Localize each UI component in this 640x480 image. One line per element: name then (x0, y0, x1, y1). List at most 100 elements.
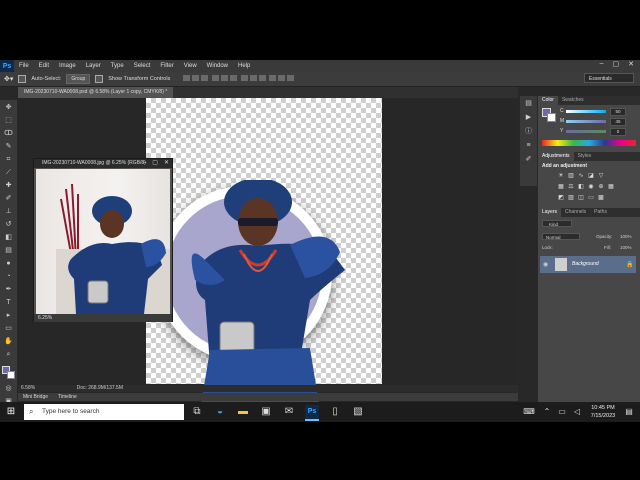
auto-select-checkbox[interactable] (18, 75, 27, 83)
network-icon[interactable]: ▭ (555, 405, 569, 419)
black-white-icon[interactable]: ◧ (578, 184, 584, 190)
visibility-eye-icon[interactable]: ◉ (543, 261, 548, 268)
timeline-tab[interactable]: Timeline (53, 393, 82, 401)
close-button[interactable]: ✕ (628, 60, 634, 68)
yellow-value[interactable]: 0 (610, 128, 626, 136)
show-transform-checkbox[interactable] (95, 75, 104, 83)
yellow-slider[interactable] (566, 130, 606, 133)
menu-file[interactable]: File (14, 63, 34, 69)
dodge-tool-icon[interactable]: ◔ (4, 273, 13, 280)
menu-image[interactable]: Image (54, 63, 81, 69)
quick-mask-icon[interactable]: ◎ (4, 385, 13, 392)
path-select-tool-icon[interactable]: ▸ (4, 312, 13, 319)
align-vcenter-icon[interactable] (192, 75, 200, 81)
align-left-icon[interactable] (212, 75, 219, 81)
align-right-icon[interactable] (230, 75, 237, 81)
menu-type[interactable]: Type (106, 63, 129, 69)
mail-icon[interactable]: ✉ (282, 405, 296, 419)
channel-mixer-icon[interactable]: ⊕ (598, 184, 604, 190)
posterize-icon[interactable]: ▨ (568, 195, 574, 201)
menu-help[interactable]: Help (233, 63, 255, 69)
taskbar-clock[interactable]: 10:45 PM 7/15/2023 (586, 404, 620, 420)
notification-icon[interactable]: ▤ (622, 405, 636, 419)
photos-icon[interactable]: ▧ (351, 405, 365, 419)
align-top-icon[interactable] (183, 75, 191, 81)
gradient-map-icon[interactable]: ▭ (588, 195, 594, 201)
distribute-2-icon[interactable] (249, 75, 257, 81)
chevron-up-icon[interactable]: ⌃ (540, 405, 554, 419)
shape-tool-icon[interactable]: ▭ (4, 325, 13, 332)
align-bottom-icon[interactable] (201, 75, 209, 81)
threshold-icon[interactable]: ◫ (578, 195, 584, 201)
minimize-button[interactable]: – (600, 60, 604, 68)
adjustments-tab[interactable]: Adjustments (538, 152, 574, 161)
document-tab[interactable]: IMG-20230710-WA0008.psd @ 6.58% (Layer 1… (18, 87, 174, 98)
type-tool-icon[interactable]: T (4, 299, 13, 306)
zoom-level[interactable]: 6.58% (18, 385, 35, 391)
cyan-value[interactable]: 50 (610, 108, 626, 116)
blur-tool-icon[interactable]: ● (4, 260, 13, 267)
workspace-switcher[interactable]: Essentials (584, 73, 634, 83)
marquee-tool-icon[interactable]: ⬚ (4, 117, 13, 124)
auto-select-dropdown[interactable]: Group (66, 74, 91, 84)
file-explorer-icon[interactable]: ▬ (236, 405, 250, 419)
distribute-5-icon[interactable] (278, 75, 286, 81)
curves-icon[interactable]: ∿ (578, 173, 584, 179)
taskbar-search-input[interactable]: ⌕ Type here to search (24, 404, 184, 420)
info-panel-icon[interactable]: ⓘ (524, 128, 533, 135)
vibrance-icon[interactable]: ▽ (598, 173, 604, 179)
actions-panel-icon[interactable]: ▶ (524, 114, 533, 121)
float-maximize-button[interactable]: ▢ (152, 159, 158, 168)
distribute-6-icon[interactable] (287, 75, 295, 81)
color-tab[interactable]: Color (538, 96, 558, 105)
color-lookup-icon[interactable]: ▦ (608, 184, 614, 190)
float-minimize-button[interactable]: – (143, 159, 146, 168)
distribute-3-icon[interactable] (258, 75, 266, 81)
store-icon[interactable]: ▣ (259, 405, 273, 419)
menu-view[interactable]: View (179, 63, 202, 69)
distribute-4-icon[interactable] (269, 75, 277, 81)
brightness-icon[interactable]: ☀ (558, 173, 564, 179)
layer-filter-kind[interactable]: Kind (542, 220, 572, 227)
photoshop-taskbar-icon[interactable]: Ps (305, 405, 319, 421)
history-brush-tool-icon[interactable]: ↺ (4, 221, 13, 228)
color-ramp[interactable] (542, 140, 636, 146)
menu-edit[interactable]: Edit (34, 63, 54, 69)
distribute-1-icon[interactable] (240, 75, 248, 81)
edge-icon[interactable]: ◒ (213, 405, 227, 419)
floating-document-window[interactable]: IMG-20230710-WA0008.jpg @ 6.25% (RGB/8) … (33, 158, 173, 322)
selective-color-icon[interactable]: ▩ (598, 195, 604, 201)
hue-sat-icon[interactable]: ▦ (558, 184, 564, 190)
properties-panel-icon[interactable]: ≡ (524, 142, 533, 149)
cyan-slider[interactable] (566, 110, 606, 113)
mini-bridge-tab[interactable]: Mini Bridge (18, 393, 53, 401)
keyboard-icon[interactable]: ⌨ (522, 405, 536, 419)
lasso-tool-icon[interactable]: ↀ (4, 130, 13, 137)
history-panel-icon[interactable]: ▤ (524, 100, 533, 107)
floating-window-title[interactable]: IMG-20230710-WA0008.jpg @ 6.25% (RGB/8) … (34, 159, 172, 168)
files-icon[interactable]: ▯ (328, 405, 342, 419)
opacity-value[interactable]: 100% (620, 234, 632, 239)
gradient-tool-icon[interactable]: ▤ (4, 247, 13, 254)
menu-window[interactable]: Window (202, 63, 233, 69)
menu-layer[interactable]: Layer (81, 63, 106, 69)
blend-mode-dropdown[interactable]: Normal (542, 233, 580, 240)
invert-icon[interactable]: ◩ (558, 195, 564, 201)
color-balance-icon[interactable]: ⚖ (568, 184, 574, 190)
menu-select[interactable]: Select (129, 63, 156, 69)
channels-tab[interactable]: Channels (561, 208, 590, 217)
zoom-tool-icon[interactable]: ⌕ (4, 351, 13, 358)
layer-row-background[interactable]: ◉ Background 🔒 (540, 256, 636, 273)
crop-tool-icon[interactable]: ⌗ (4, 156, 13, 163)
paths-tab[interactable]: Paths (590, 208, 611, 217)
photo-filter-icon[interactable]: ◉ (588, 184, 594, 190)
task-view-icon[interactable]: ⧉ (190, 405, 204, 419)
exposure-icon[interactable]: ◪ (588, 173, 594, 179)
windows-start-icon[interactable]: ⊞ (4, 405, 18, 419)
background-color-swatch[interactable] (7, 371, 15, 379)
layers-tab[interactable]: Layers (538, 208, 562, 217)
magenta-slider[interactable] (566, 120, 606, 123)
move-tool-icon[interactable]: ✥▾ (4, 75, 13, 83)
layer-name[interactable]: Background (572, 261, 599, 267)
eraser-tool-icon[interactable]: ◧ (4, 234, 13, 241)
